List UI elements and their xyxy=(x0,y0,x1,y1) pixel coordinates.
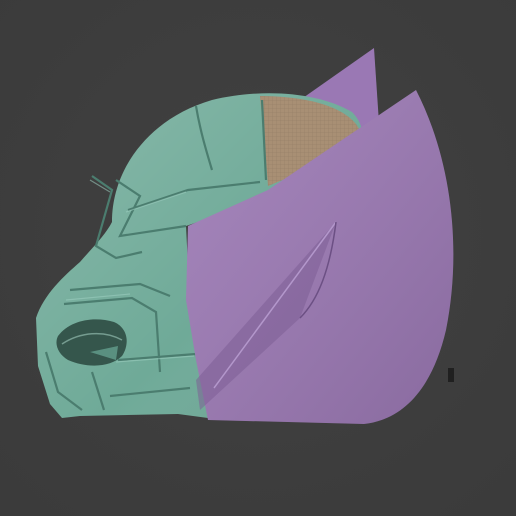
3d-viewport[interactable] xyxy=(0,0,516,516)
helmet-render xyxy=(0,0,516,516)
rear-stud xyxy=(448,368,454,382)
